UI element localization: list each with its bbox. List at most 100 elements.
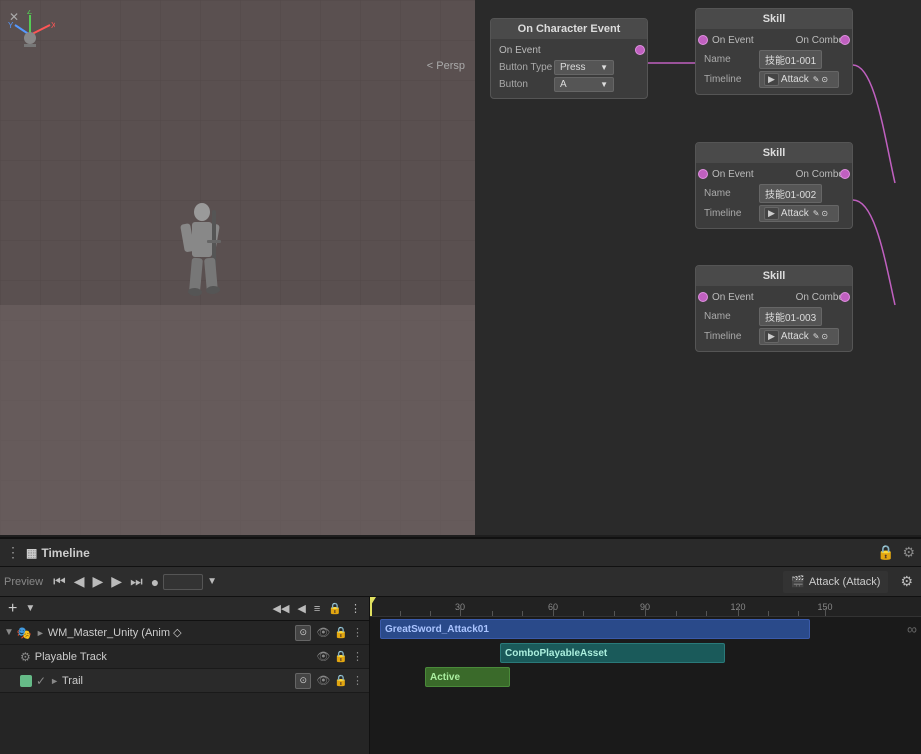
- skill2-timeline-btn[interactable]: ▶: [764, 207, 779, 220]
- skill-node-3: Skill On Event On Combo Name 技能01-003 Ti…: [695, 265, 853, 352]
- ruler-tick-10: [400, 611, 401, 616]
- skill1-name-value[interactable]: 技能01-001: [759, 50, 822, 69]
- clip-active[interactable]: Active: [425, 667, 510, 687]
- ruler-tick-50: [522, 611, 523, 616]
- track-expand-icon[interactable]: ▼: [4, 627, 14, 638]
- expand-btn[interactable]: ◀: [293, 600, 309, 617]
- lock-tracks-btn[interactable]: 🔒: [324, 600, 346, 617]
- skill-node-2: Skill On Event On Combo Name 技能01-002 Ti…: [695, 142, 853, 229]
- svg-text:Y: Y: [8, 21, 14, 30]
- skill1-on-event-port-left[interactable]: [698, 35, 708, 45]
- skill2-name-label: Name: [704, 188, 759, 199]
- button-type-label: Button Type: [499, 62, 554, 73]
- skip-start-btn[interactable]: ⏮: [49, 571, 70, 592]
- clip-greatsword[interactable]: GreatSword_Attack01: [380, 619, 810, 639]
- on-event-port-right[interactable]: [635, 45, 645, 55]
- timeline-settings-icon[interactable]: ⚙: [902, 544, 915, 561]
- button-value[interactable]: A ▼: [554, 77, 614, 92]
- track-anim-icon: 🎭: [17, 626, 32, 640]
- ruler-tick-150: [825, 608, 826, 616]
- on-event-port-label: On Event: [499, 45, 541, 56]
- clip-row-trail: Active: [370, 665, 921, 689]
- attack-label: 🎬 Attack (Attack): [783, 571, 888, 593]
- playhead[interactable]: [370, 597, 372, 616]
- skill1-timeline-btn[interactable]: ▶: [764, 73, 779, 86]
- next-frame-btn[interactable]: ▶: [107, 571, 126, 592]
- skill3-name-value[interactable]: 技能01-003: [759, 307, 822, 326]
- skill-node-1: Skill On Event On Combo Name 技能01-001 Ti…: [695, 8, 853, 95]
- collapse-btn[interactable]: ◀◀: [268, 600, 293, 617]
- ruler-tick-30: [460, 608, 461, 616]
- skill3-timeline-row: Timeline ▶ Attack ✎ ⊙: [704, 328, 844, 345]
- track-trail-icon: ✓: [36, 674, 46, 688]
- skill2-on-event-port-left[interactable]: [698, 169, 708, 179]
- skill2-timeline-value[interactable]: ▶ Attack ✎ ⊙: [759, 205, 839, 222]
- track-row-playable: ⚙ Playable Track 👁 🔒 ⋮: [0, 645, 369, 669]
- skill2-timeline-row: Timeline ▶ Attack ✎ ⊙: [704, 205, 844, 222]
- skill3-on-combo-port-right[interactable]: [840, 292, 850, 302]
- track-anim-view-btn[interactable]: 👁: [314, 625, 332, 640]
- skill1-on-combo-port-right[interactable]: [840, 35, 850, 45]
- play-btn[interactable]: ▶: [89, 571, 108, 592]
- skill3-timeline-value[interactable]: ▶ Attack ✎ ⊙: [759, 328, 839, 345]
- skill3-name-label: Name: [704, 311, 759, 322]
- track-trail-clock[interactable]: ⊙: [295, 673, 311, 689]
- skill2-event-row: On Event On Combo: [704, 167, 844, 182]
- track-anim-lock[interactable]: ⊙: [295, 625, 311, 641]
- track-anim-menu-btn[interactable]: ⋮: [350, 625, 365, 640]
- track-playable-lock-btn[interactable]: 🔒: [332, 649, 350, 664]
- skill2-timeline-label: Timeline: [704, 208, 759, 219]
- skill3-event-row: On Event On Combo: [704, 290, 844, 305]
- record-btn[interactable]: ●: [147, 572, 163, 592]
- skill2-name-row: Name 技能01-002: [704, 184, 844, 203]
- button-row: Button A ▼: [499, 77, 639, 92]
- timeline-icon: ▦: [26, 546, 37, 560]
- char-event-on-event-row: On Event: [499, 43, 639, 58]
- track-area: + ▼ ◀◀ ◀ ≡ 🔒 ⋮ ▼ 🎭 ► WM_Master_Unity (An…: [0, 597, 921, 754]
- track-playable-view-btn[interactable]: 👁: [314, 649, 332, 664]
- time-dropdown-btn[interactable]: ▼: [203, 574, 221, 589]
- skill1-timeline-value[interactable]: ▶ Attack ✎ ⊙: [759, 71, 839, 88]
- time-input[interactable]: 0: [163, 574, 203, 590]
- skill1-on-combo-label: On Combo: [796, 35, 844, 46]
- track-trail-lock-btn[interactable]: 🔒: [332, 673, 350, 688]
- skill3-timeline-btn[interactable]: ▶: [764, 330, 779, 343]
- track-anim-lock-btn[interactable]: 🔒: [332, 625, 350, 640]
- skill2-name-value[interactable]: 技能01-002: [759, 184, 822, 203]
- filter-btn[interactable]: ≡: [310, 601, 324, 617]
- track-trail-sub-icon: ►: [50, 676, 59, 686]
- ruler-tick-70: [583, 611, 584, 616]
- more-tracks-btn[interactable]: ⋮: [346, 600, 365, 617]
- track-trail-menu-btn[interactable]: ⋮: [350, 673, 365, 688]
- skip-end-btn[interactable]: ⏭: [126, 571, 147, 592]
- viewport-persp-label: < Persp: [427, 60, 465, 72]
- button-type-value[interactable]: Press ▼: [554, 60, 614, 75]
- skill1-name-row: Name 技能01-001: [704, 50, 844, 69]
- skill1-on-event-label: On Event: [712, 35, 754, 46]
- add-track-dropdown[interactable]: ▼: [21, 601, 39, 616]
- anim-icon: 🎬: [791, 575, 805, 588]
- settings-gear-btn[interactable]: ⚙: [896, 571, 917, 592]
- clip-row-playable: ComboPlayableAsset: [370, 641, 921, 665]
- timeline-ruler[interactable]: 30 60 90 120 150: [370, 597, 921, 617]
- ruler-tick-110: [706, 611, 707, 616]
- prev-frame-btn[interactable]: ◀: [70, 571, 89, 592]
- timeline-lock-icon[interactable]: 🔒: [877, 544, 894, 561]
- add-track-btn[interactable]: +: [4, 598, 21, 620]
- skill3-on-combo-label: On Combo: [796, 292, 844, 303]
- track-playable-icon: ⚙: [20, 650, 31, 664]
- track-content: 30 60 90 120 150: [370, 597, 921, 754]
- track-trail-view-btn[interactable]: 👁: [314, 673, 332, 688]
- track-playable-menu-btn[interactable]: ⋮: [350, 649, 365, 664]
- timeline-menu-icon[interactable]: ⋮: [6, 544, 20, 561]
- skill3-on-event-port-left[interactable]: [698, 292, 708, 302]
- preview-label: Preview: [4, 576, 43, 588]
- ruler-tick-40: [492, 611, 493, 616]
- track-anim-name: WM_Master_Unity (Anim ◇: [48, 626, 296, 639]
- skill2-on-event-label: On Event: [712, 169, 754, 180]
- skill1-timeline-label: Timeline: [704, 74, 759, 85]
- playhead-head: [370, 597, 376, 605]
- clip-combo[interactable]: ComboPlayableAsset: [500, 643, 725, 663]
- skill-2-title: Skill: [696, 143, 852, 163]
- skill2-on-combo-port-right[interactable]: [840, 169, 850, 179]
